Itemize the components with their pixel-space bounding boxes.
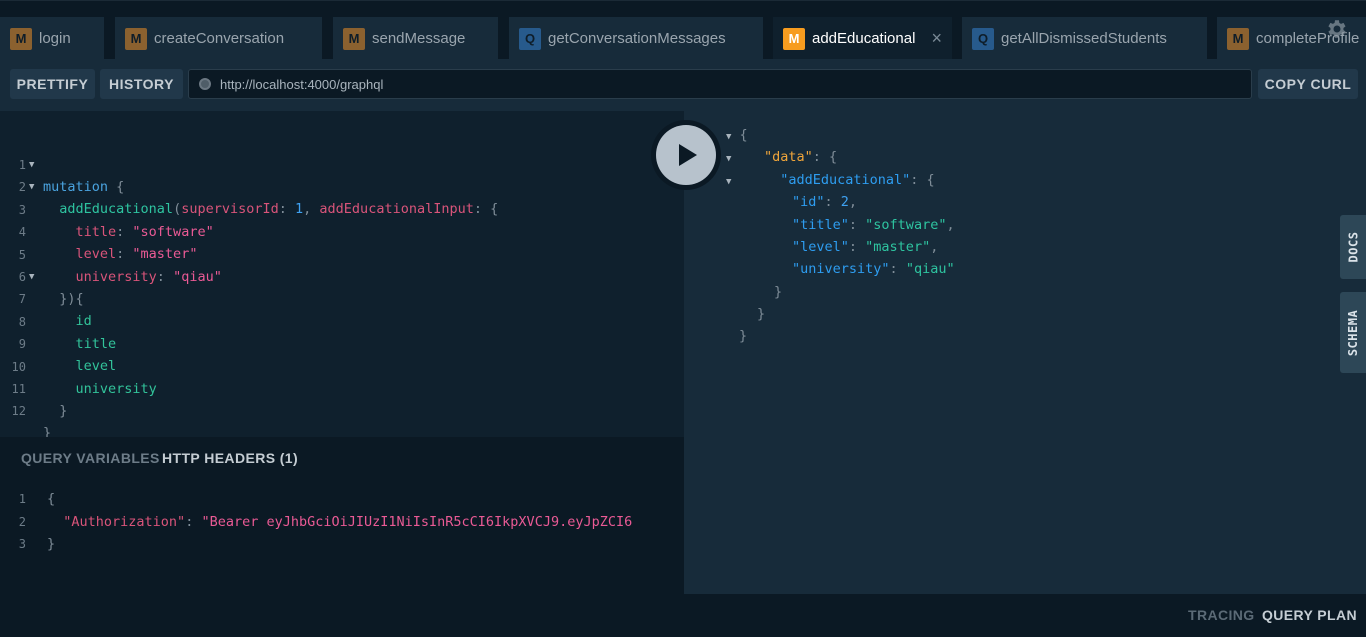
tab-label: getConversationMessages — [548, 30, 726, 47]
code-line: 4 level: "master" — [18, 225, 198, 262]
copy-curl-button[interactable]: COPY CURL — [1258, 69, 1358, 99]
code-line: 3 title: "software" — [18, 203, 214, 240]
result-line: ▼ "addEducational": { — [726, 172, 935, 188]
result-line: } — [739, 328, 748, 344]
prettify-button[interactable]: PRETTIFY — [10, 69, 95, 99]
variables-pane: QUERY VARIABLES HTTP HEADERS (1) 1{ 2 "A… — [0, 437, 684, 594]
result-line: } — [774, 284, 783, 300]
tab-http-headers[interactable]: HTTP HEADERS (1) — [162, 450, 298, 466]
code-line: 6 ▼ }){ — [18, 270, 84, 307]
code-line: 9 level — [18, 337, 117, 374]
code-line: 2 "Authorization": "Bearer eyJhbGciOiJIU… — [18, 514, 633, 530]
run-query-button[interactable] — [651, 120, 721, 190]
tab-query-variables[interactable]: QUERY VARIABLES — [21, 450, 160, 466]
code-line: 2 ▼ addEducational(supervisorId: 1, addEd… — [18, 180, 499, 217]
mutation-badge: M — [783, 27, 805, 50]
mutation-badge: M — [125, 27, 147, 50]
docs-tab[interactable]: DOCS — [1340, 215, 1366, 279]
tab-addEducational[interactable]: M addEducational × — [773, 17, 952, 59]
tab-label: sendMessage — [372, 30, 466, 47]
tab-createConversation[interactable]: M createConversation — [115, 17, 322, 59]
mutation-badge: M — [343, 27, 365, 50]
endpoint-url: http://localhost:4000/graphql — [220, 76, 384, 92]
code-line: 7 id — [18, 292, 92, 329]
tab-sendMessage[interactable]: M sendMessage — [333, 17, 498, 59]
code-line: 12 } — [11, 404, 52, 441]
code-line: 10 university — [11, 360, 157, 397]
result-line: "level": "master", — [792, 239, 939, 255]
code-line: 1 ▼ mutation { — [18, 158, 125, 195]
footer-bar: TRACING QUERY PLAN — [0, 594, 1366, 637]
code-line: 3} — [18, 536, 56, 552]
code-line: 1{ — [18, 491, 56, 507]
gear-icon[interactable] — [1324, 17, 1348, 41]
schema-tab[interactable]: SCHEMA — [1340, 292, 1366, 373]
endpoint-url-input[interactable]: http://localhost:4000/graphql — [188, 69, 1252, 99]
query-plan-tab[interactable]: QUERY PLAN — [1262, 607, 1357, 623]
close-icon[interactable]: × — [931, 28, 942, 48]
result-line: "title": "software", — [792, 217, 955, 233]
query-badge: Q — [519, 27, 541, 50]
tracing-tab[interactable]: TRACING — [1188, 607, 1255, 623]
tab-label: addEducational — [812, 30, 916, 47]
tab-label: createConversation — [154, 30, 285, 47]
tab-getAllDismissedStudents[interactable]: Q getAllDismissedStudents — [962, 17, 1207, 59]
code-line: 11 } — [11, 382, 68, 419]
result-line: "university": "qiau" — [792, 261, 955, 277]
mutation-badge: M — [1227, 27, 1249, 50]
toolbar: PRETTIFY HISTORY http://localhost:4000/g… — [0, 59, 1366, 111]
status-dot-icon — [199, 78, 211, 90]
result-line: } — [757, 306, 766, 322]
tab-bar: M login M createConversation M sendMessa… — [0, 0, 1366, 59]
query-badge: Q — [972, 27, 994, 50]
result-line: ▼ "data": { — [726, 149, 838, 165]
code-line: 5 university: "qiau" — [18, 248, 222, 285]
history-button[interactable]: HISTORY — [100, 69, 183, 99]
tab-login[interactable]: M login — [0, 17, 104, 59]
play-icon — [679, 144, 697, 166]
tab-label: getAllDismissedStudents — [1001, 30, 1167, 47]
tab-label: login — [39, 30, 71, 47]
code-line: 8 title — [18, 315, 117, 352]
result-line: "id": 2, — [792, 194, 858, 210]
query-editor[interactable]: 1 ▼ mutation { 2 ▼ addEducational(supervis… — [0, 111, 684, 441]
mutation-badge: M — [10, 27, 32, 50]
result-line: ▼ { — [726, 127, 748, 143]
result-pane: ▼ { ▼ "data": { ▼ "addEducational": { "i… — [684, 111, 1366, 594]
tab-getConversationMessages[interactable]: Q getConversationMessages — [509, 17, 763, 59]
